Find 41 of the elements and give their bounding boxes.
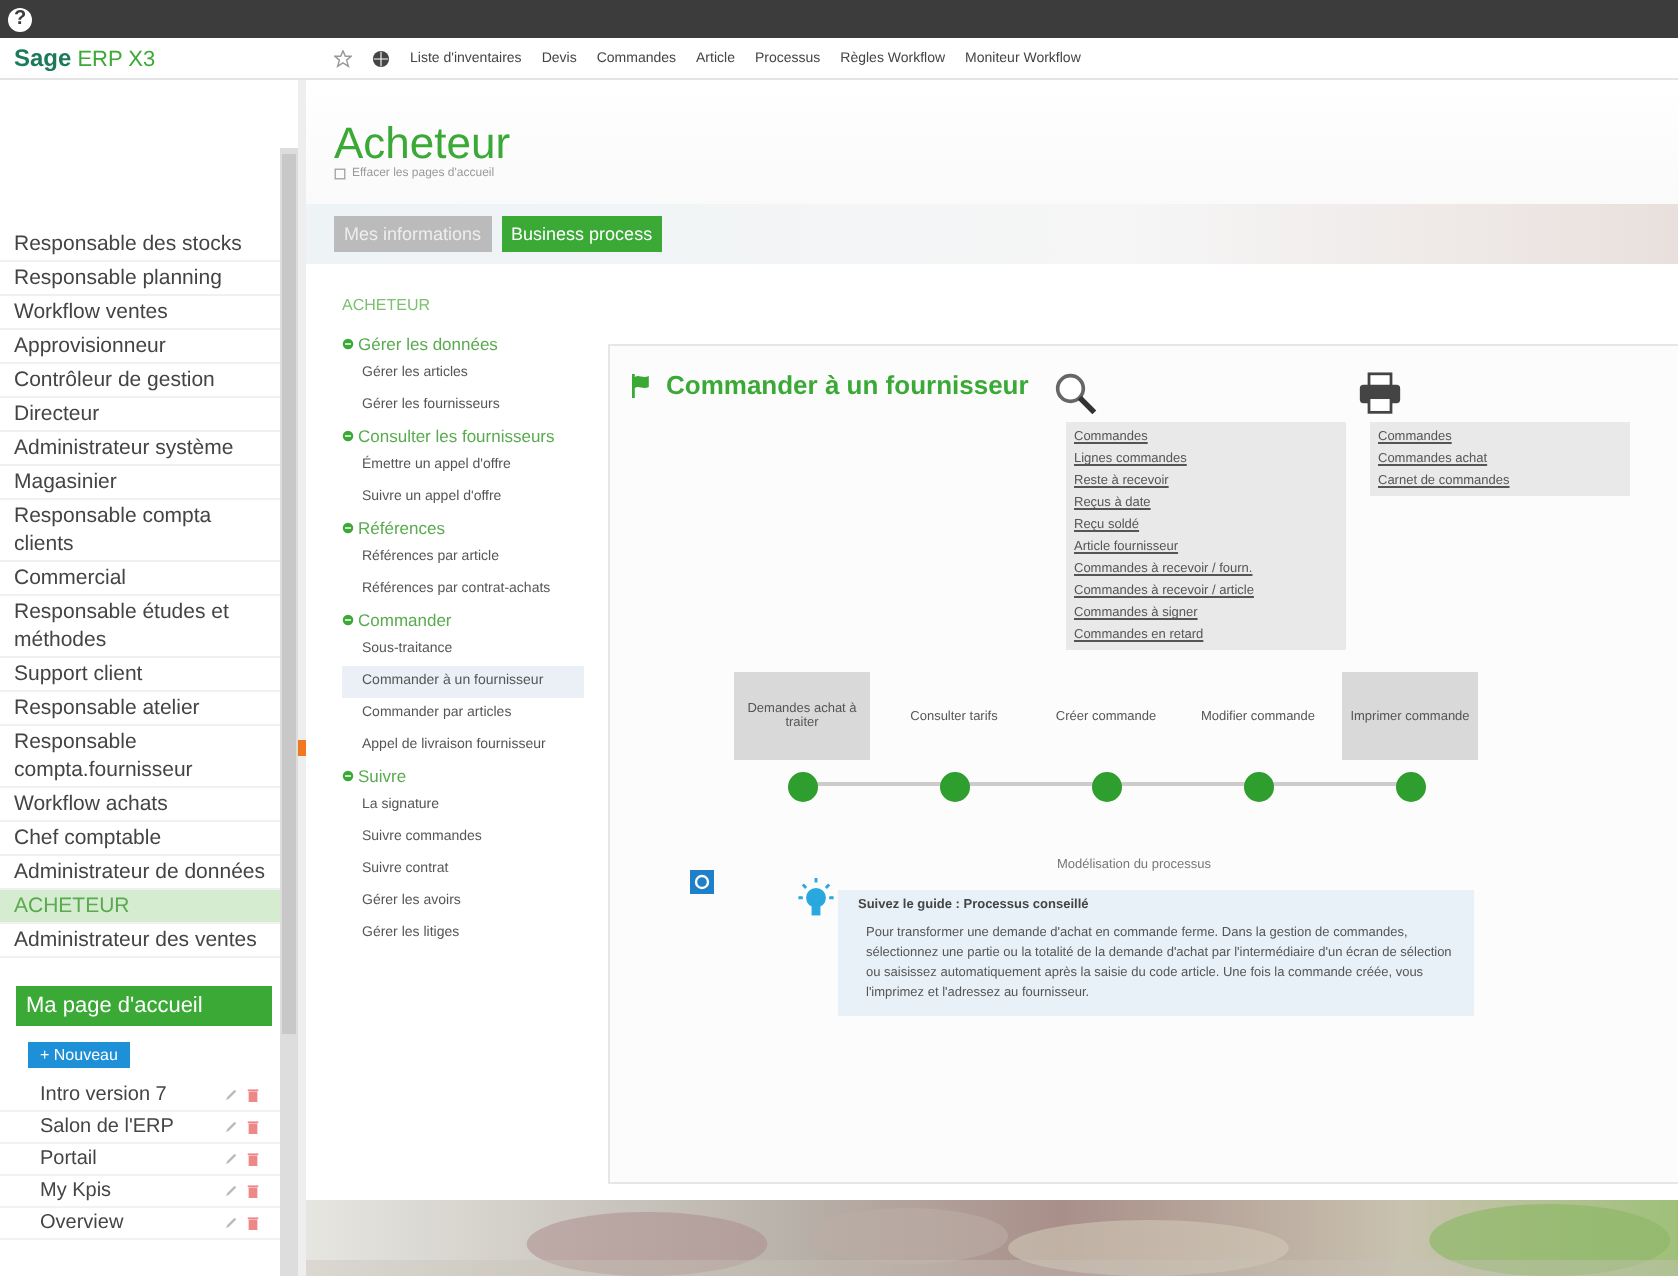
help-button[interactable]: ? (8, 7, 32, 31)
scrollbar[interactable] (280, 148, 298, 1276)
star-icon[interactable] (334, 49, 352, 67)
home-page-link[interactable]: Intro version 7 (40, 1084, 216, 1106)
delete-icon[interactable] (246, 1216, 260, 1230)
process-title: Commander à un fournisseur (666, 370, 1029, 400)
logo-subtext: ERP X3 (77, 48, 156, 72)
edit-icon[interactable] (224, 1184, 238, 1198)
home-page-link[interactable]: My Kpis (40, 1180, 216, 1202)
home-page-link[interactable]: Overview (40, 1212, 216, 1234)
step-dot[interactable] (1243, 772, 1273, 802)
delete-icon[interactable] (246, 1120, 260, 1134)
step-dot[interactable] (939, 772, 969, 802)
delete-icon[interactable] (246, 1152, 260, 1166)
collapse-icon[interactable] (342, 614, 354, 626)
edit-icon[interactable] (224, 1120, 238, 1134)
collapse-handle-icon[interactable] (298, 740, 306, 756)
home-page-link[interactable]: Portail (40, 1148, 216, 1170)
step-dot[interactable] (787, 772, 817, 802)
collapse-icon[interactable] (342, 522, 354, 534)
logo-text: Sage (14, 44, 72, 72)
globe-icon[interactable] (372, 49, 390, 67)
info-icon[interactable] (690, 870, 714, 894)
search-icon[interactable] (1054, 372, 1098, 416)
home-page-link[interactable]: Salon de l'ERP (40, 1116, 216, 1138)
flag-icon (630, 373, 654, 397)
delete-icon[interactable] (246, 1088, 260, 1102)
page-title: Acheteur (334, 120, 513, 168)
edit-icon[interactable] (224, 1088, 238, 1102)
step-dot[interactable] (1395, 772, 1425, 802)
edit-icon[interactable] (224, 1216, 238, 1230)
step-dot[interactable] (1091, 772, 1121, 802)
delete-icon[interactable] (246, 1184, 260, 1198)
printer-icon[interactable] (1358, 372, 1402, 416)
collapse-icon[interactable] (342, 770, 354, 782)
nav-heading: ACHETEUR (342, 296, 433, 314)
collapse-icon[interactable] (342, 430, 354, 442)
collapse-icon[interactable] (342, 338, 354, 350)
home-page-header: Ma page d'accueil (16, 986, 272, 1026)
edit-icon[interactable] (224, 1152, 238, 1166)
page-icon (334, 168, 346, 180)
